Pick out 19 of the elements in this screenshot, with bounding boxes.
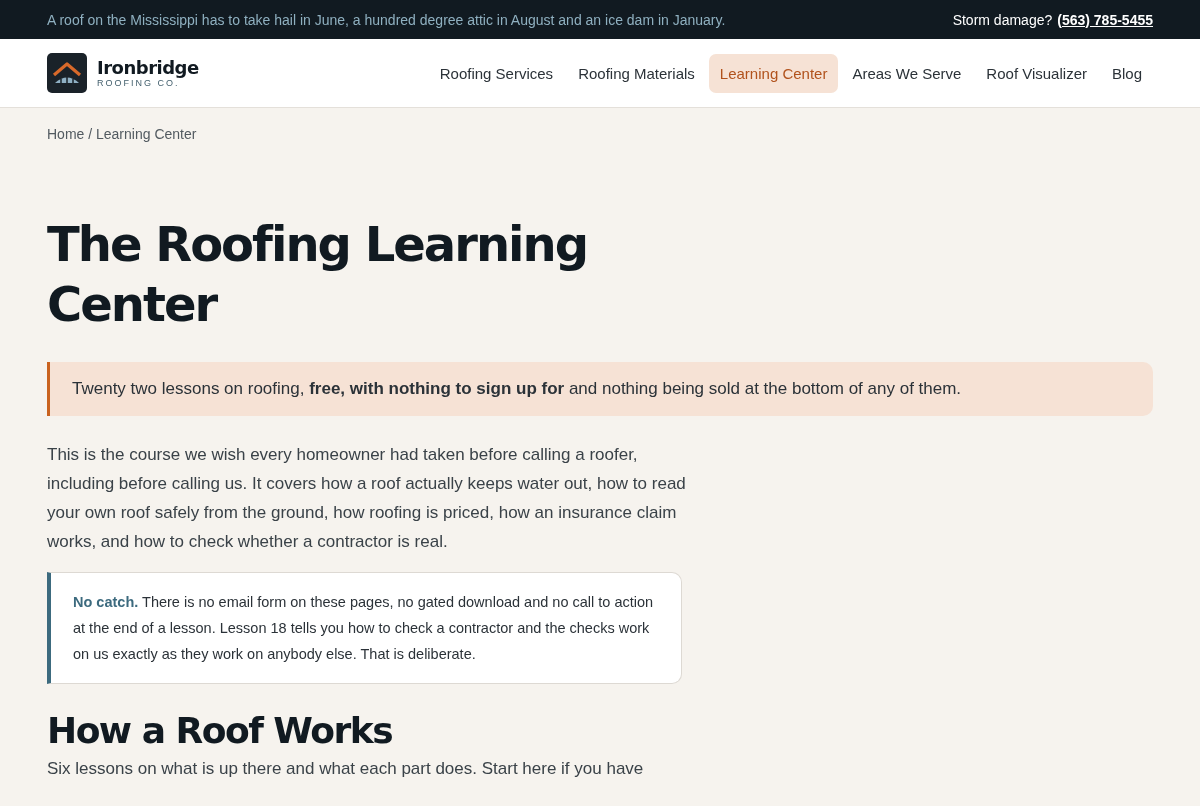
storm-label: Storm damage? [952, 11, 1053, 28]
breadcrumb[interactable]: Home / Learning Center [47, 126, 1153, 142]
page-title: The Roofing Learning Center [47, 215, 589, 334]
nav-link[interactable]: Blog [1100, 53, 1153, 93]
nav-link[interactable]: Learning Center [708, 53, 839, 93]
note-text: No catch. There is no email form on these pages, no gated download and no call to action at the end of a lesson. Lesson 18 tells you how to check a contractor and the checks work on us exactly as they work on anybody else. That is deliberate. [73, 593, 655, 664]
nav-link[interactable]: Areas We Serve [841, 53, 973, 93]
intro-paragraph: This is the course we wish every homeowner had taken before calling a roofer, including before calling us. It covers how a roof actually keeps water out, how to read your own roof safely from the ground, how roofing is priced, how an insurance claim works, and how to check whether a contractor is real. [47, 444, 687, 553]
section-intro: Six lessons on what is up there and what each part does. Start here if you have [47, 758, 645, 780]
nav-link[interactable]: Roofing Services [428, 53, 565, 93]
nav-link[interactable]: Roof Visualizer [975, 53, 1098, 93]
announcement-text: A roof on the Mississippi has to take hail in June, a hundred degree attic in August and an ice dam in January. [47, 11, 726, 28]
brand-name: Ironbridge [97, 58, 199, 78]
nav-link[interactable]: Roofing Materials [567, 53, 706, 93]
brand-tagline: ROOFING CO. [97, 78, 181, 88]
phone-link[interactable]: (563) 785-5455 [1057, 11, 1153, 28]
roof-logo-icon[interactable] [47, 53, 87, 93]
callout-text: Twenty two lessons on roofing, free, with nothing to sign up for and nothing being sold at the bottom of any of them. [72, 379, 962, 398]
section-heading: How a Roof Works [47, 710, 394, 752]
